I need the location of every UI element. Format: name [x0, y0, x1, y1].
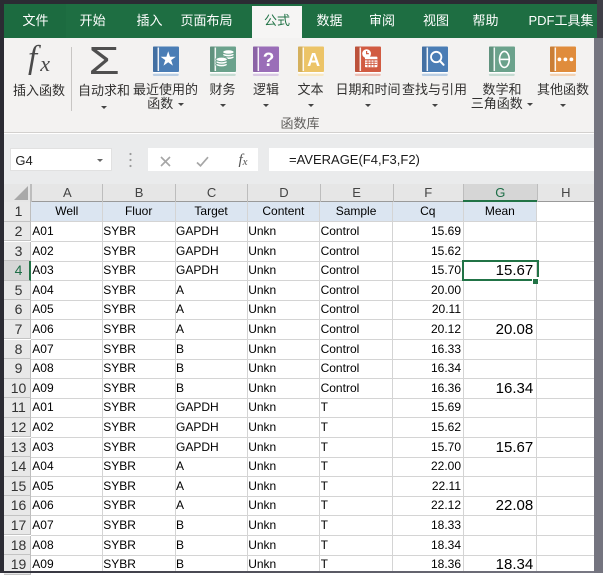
svg-text:A: A [307, 50, 320, 70]
